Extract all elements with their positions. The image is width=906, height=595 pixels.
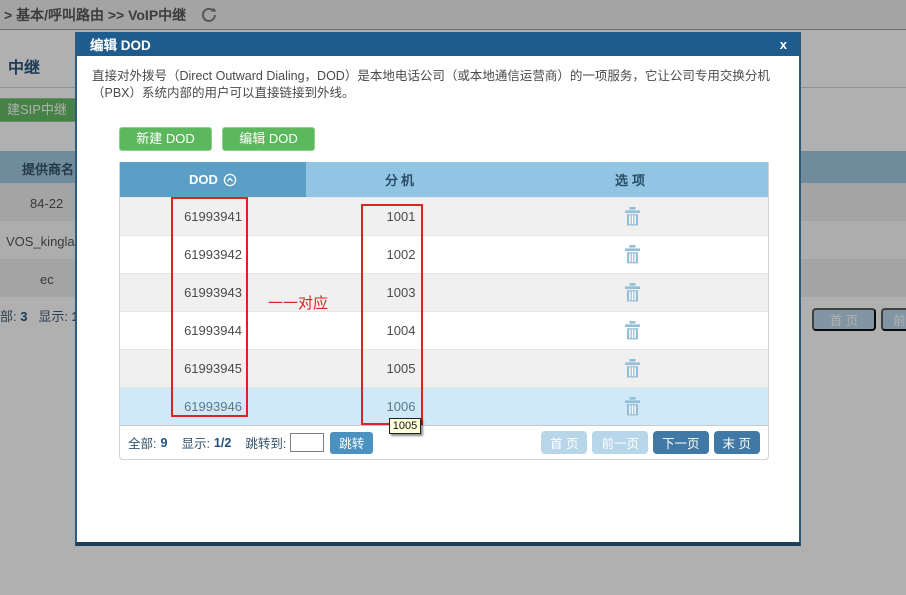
first-page-button: 首 页 — [541, 431, 587, 454]
dod-description: 直接对外拨号（Direct Outward Dialing，DOD）是本地电话公… — [92, 68, 788, 102]
column-header-dod[interactable]: DOD — [120, 162, 306, 197]
sort-ascending-icon[interactable] — [223, 173, 237, 187]
goto-label: 跳转到: — [245, 433, 286, 452]
annotation-box-dod-column — [171, 197, 248, 417]
jump-button[interactable]: 跳转 — [330, 432, 373, 454]
total-value: 9 — [160, 436, 167, 450]
jump-page-input[interactable] — [290, 433, 324, 452]
dod-table-header-row: DOD 分机 选项 — [120, 162, 768, 197]
edit-dod-button[interactable]: 编辑 DOD — [222, 127, 315, 151]
dod-table-footer: 全部: 9 显示: 1/2 跳转到: 跳转 首 页 前一页 下一页 末 页 — [120, 425, 768, 459]
delete-icon[interactable] — [624, 321, 641, 340]
modal-title: 编辑 DOD — [90, 34, 151, 54]
screen: > 基本/呼叫路由 >> VoIP中继 中继 建SIP中继 提供商名 名 84-… — [0, 0, 906, 595]
delete-icon[interactable] — [624, 207, 641, 226]
close-icon[interactable]: x — [780, 37, 787, 52]
modal-title-bar: 编辑 DOD x — [77, 32, 799, 56]
tooltip: 1005 — [389, 418, 421, 434]
last-page-button[interactable]: 末 页 — [714, 431, 760, 454]
display-value: 1/2 — [214, 436, 231, 450]
pagination: 首 页 前一页 下一页 末 页 — [541, 431, 760, 454]
column-header-options[interactable]: 选项 — [496, 162, 768, 197]
delete-icon[interactable] — [624, 359, 641, 378]
display-label: 显示: — [181, 433, 209, 452]
next-page-button[interactable]: 下一页 — [653, 431, 709, 454]
annotation-box-extension-column — [361, 204, 423, 425]
delete-icon[interactable] — [624, 283, 641, 302]
delete-icon[interactable] — [624, 397, 641, 416]
column-header-extension[interactable]: 分机 — [306, 162, 496, 197]
create-dod-button[interactable]: 新建 DOD — [119, 127, 212, 151]
delete-icon[interactable] — [624, 245, 641, 264]
annotation-mapping-label: 一一对应 — [268, 292, 328, 313]
total-label: 全部: — [128, 433, 156, 452]
prev-page-button: 前一页 — [592, 431, 648, 454]
